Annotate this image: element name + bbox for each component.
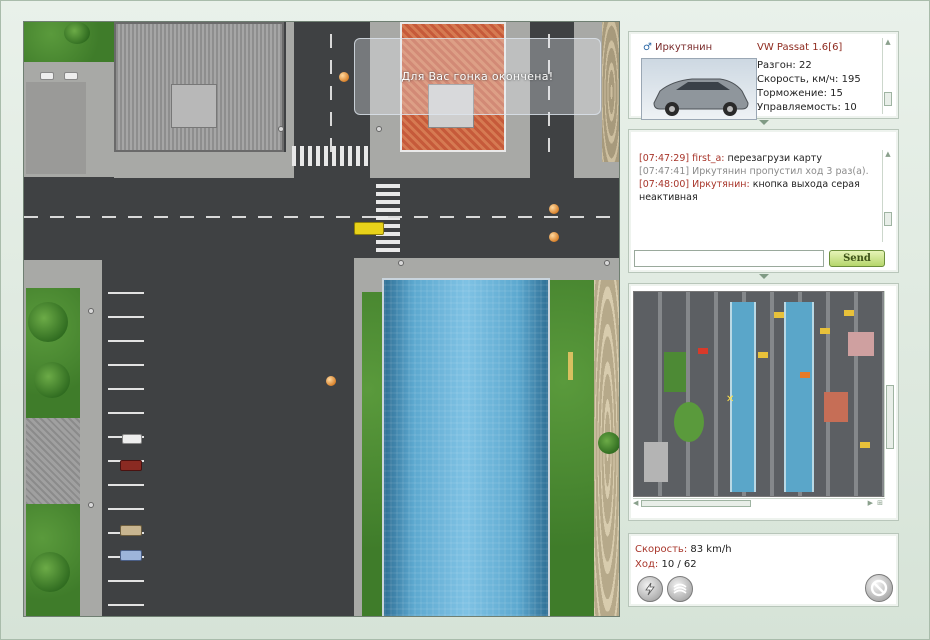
chat-input[interactable] (634, 250, 824, 267)
scroll-thumb[interactable] (884, 212, 892, 226)
parked-car (120, 525, 142, 536)
street-lamp (278, 126, 284, 132)
minimap-player-marker: ✕ (726, 394, 735, 405)
lane-marking (330, 22, 332, 152)
minimap[interactable]: ✕ (633, 291, 885, 497)
gravel (602, 22, 619, 162)
swimming-pool-roof (382, 278, 550, 616)
race-map[interactable]: Для Вас гонка окончена! (23, 21, 620, 617)
scroll-left-icon[interactable]: ◀ (633, 499, 638, 507)
paved-square (26, 418, 80, 504)
chat-message: [07:48:00] Иркутянин: кнопка выхода сера… (639, 179, 860, 203)
parking-row (108, 292, 144, 616)
street-lamp (376, 126, 382, 132)
car-photo (641, 58, 757, 120)
car-icon (653, 78, 749, 116)
checkpoint-marker[interactable] (326, 376, 336, 386)
player-car[interactable] (354, 222, 384, 235)
minimap-flag (774, 312, 784, 318)
scroll-right-icon[interactable]: ▶ (868, 499, 873, 507)
panel-divider-arrow-icon (757, 273, 771, 281)
parked-car (120, 550, 142, 561)
car-model: VW Passat 1.6[6] (757, 42, 843, 53)
player-name-row: ♂ Иркутянин (643, 42, 712, 53)
car-stats: Разгон: 22 Скорость, км/ч: 195 Торможени… (757, 59, 861, 115)
race-over-overlay: Для Вас гонка окончена! (354, 38, 601, 115)
stat-row: Торможение: 15 (757, 88, 843, 99)
chat-message: [07:47:29] first_a: перезагрузи карту (639, 153, 822, 164)
minimap-park (664, 352, 686, 392)
street-lamp (88, 308, 94, 314)
stat-row: Управляемость: 10 (757, 102, 857, 113)
status-panel: Скорость: 83 km/h Ход: 10 / 62 (628, 533, 899, 607)
minimap-park (674, 402, 704, 442)
parking-lot (26, 82, 86, 174)
minimap-flag (758, 352, 768, 358)
lightning-icon (645, 582, 655, 596)
minimap-scrollbar-h[interactable]: ◀ ▶ ⊞ (633, 498, 885, 507)
sidewalk (114, 152, 292, 178)
stat-row: Разгон: 22 (757, 60, 812, 71)
panel-divider-arrow-icon (757, 119, 771, 127)
stat-row: Скорость, км/ч: 195 (757, 74, 861, 85)
minimap-panel: ✕ ◀ ▶ ⊞ (628, 283, 899, 521)
minimap-flag (698, 348, 708, 354)
minimap-flag (800, 372, 810, 378)
street-lamp (604, 260, 610, 266)
nitro-button[interactable] (637, 576, 663, 602)
male-icon: ♂ (643, 42, 652, 53)
send-button[interactable]: Send (829, 250, 885, 267)
tree (598, 432, 619, 454)
minimap-canal (784, 302, 814, 492)
scroll-thumb[interactable] (886, 385, 894, 449)
chat-scrollbar[interactable]: ▲ (882, 150, 892, 242)
chat-message-system: [07:47:41] Иркутянин пропустил ход 3 раз… (639, 166, 869, 177)
chat-panel: [07:47:29] first_a: перезагрузи карту [0… (628, 129, 899, 273)
tree (34, 362, 70, 398)
roof-vent (171, 84, 217, 128)
checkpoint-marker[interactable] (549, 204, 559, 214)
tree (30, 552, 70, 592)
parked-car (122, 434, 142, 444)
street-lamp (88, 502, 94, 508)
hedge (362, 292, 382, 616)
player-name: Иркутянин (654, 42, 713, 53)
checkpoint-marker[interactable] (549, 232, 559, 242)
scroll-thumb[interactable] (884, 92, 892, 106)
minimap-building (848, 332, 874, 356)
scroll-up-icon[interactable]: ▲ (883, 150, 893, 158)
player-panel: ♂ Иркутянин VW Passat 1.6[6] Разгон: 22 … (628, 31, 899, 120)
minimap-flag (820, 328, 830, 334)
minimap-building (824, 392, 848, 422)
chat-log: [07:47:29] first_a: перезагрузи карту [0… (639, 152, 879, 204)
minimap-flag (860, 442, 870, 448)
checkpoint-marker[interactable] (339, 72, 349, 82)
scroll-up-icon[interactable]: ▲ (883, 38, 893, 46)
race-over-message: Для Вас гонка окончена! (401, 70, 554, 83)
parked-car (40, 72, 54, 80)
parked-car (64, 72, 78, 80)
minimap-flag (844, 310, 854, 316)
signal-button[interactable] (667, 576, 693, 602)
lane-marking (24, 216, 619, 218)
waves-icon (673, 583, 687, 594)
turn-readout: Ход: 10 / 62 (635, 559, 697, 570)
tree (28, 302, 68, 342)
exit-button[interactable] (865, 574, 893, 602)
grass-area (550, 280, 594, 616)
tree (64, 22, 90, 44)
parked-car (120, 460, 142, 471)
game-window: Для Вас гонка окончена! ♂ Иркутянин VW P… (0, 0, 930, 640)
street-lamp (398, 260, 404, 266)
bench (568, 352, 573, 380)
player-panel-scrollbar[interactable]: ▲ (882, 38, 892, 114)
minimap-building (644, 442, 668, 482)
minimap-scrollbar-v[interactable] (884, 291, 894, 497)
speed-readout: Скорость: 83 km/h (635, 544, 732, 555)
no-entry-icon (870, 579, 888, 597)
expand-icon[interactable]: ⊞ (877, 499, 883, 507)
scroll-thumb[interactable] (641, 500, 751, 507)
